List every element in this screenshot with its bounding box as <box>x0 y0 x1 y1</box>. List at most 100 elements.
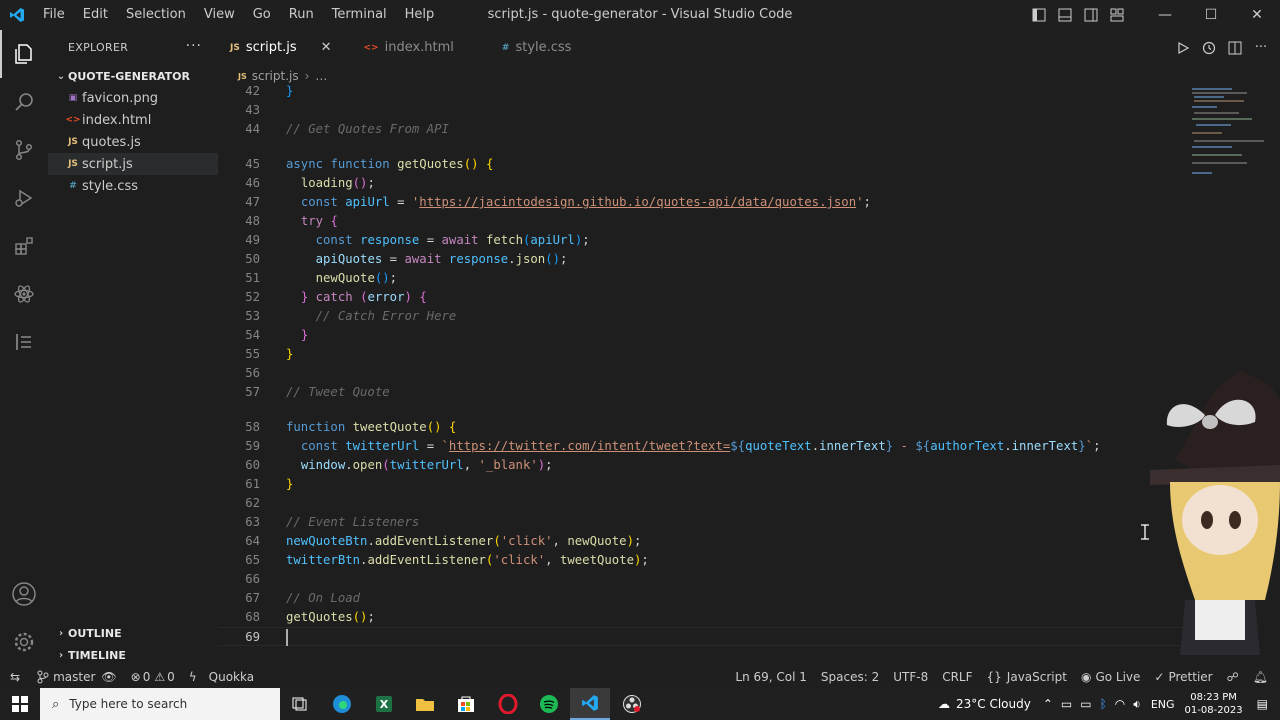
outline-section[interactable]: › OUTLINE <box>48 622 218 644</box>
maximize-icon[interactable]: ☐ <box>1188 0 1234 30</box>
clock-time: 08:23 PM <box>1190 692 1237 703</box>
run-file-icon[interactable] <box>1170 41 1196 54</box>
code-line: const response = await fetch(apiUrl); <box>315 233 590 247</box>
file-item[interactable]: JS script.js <box>48 153 218 175</box>
clock[interactable]: 08:23 PM 01-08-2023 <box>1177 691 1251 717</box>
history-icon[interactable] <box>1196 41 1222 55</box>
line-number: 51 <box>245 271 260 285</box>
remote-icon[interactable]: ⇆ <box>0 666 30 688</box>
chevron-up-icon[interactable]: ⌃ <box>1043 697 1053 711</box>
bluetooth-icon[interactable]: ᛒ <box>1100 697 1107 711</box>
code-line: // Get Quotes From API <box>286 122 449 136</box>
store-icon[interactable] <box>446 688 486 720</box>
vscode-taskbar-icon[interactable] <box>570 688 610 720</box>
toggle-panel-icon[interactable] <box>1052 8 1078 22</box>
file-item[interactable]: JS quotes.js <box>48 131 218 153</box>
problems-status[interactable]: ⊗ 0 ⚠ 0 <box>124 666 182 688</box>
tab-style-css[interactable]: # style.css <box>465 30 584 65</box>
code-line: // Tweet Quote <box>286 385 390 399</box>
menu-view[interactable]: View <box>195 0 244 30</box>
warning-icon: ⚠ <box>154 670 166 684</box>
quokka-label: Quokka <box>208 670 255 684</box>
cursor-position[interactable]: Ln 69, Col 1 <box>728 666 814 688</box>
edge-icon[interactable] <box>322 688 362 720</box>
go-live-button[interactable]: ◉ Go Live <box>1074 666 1147 688</box>
tab-script-js[interactable]: JS script.js ✕ <box>218 30 344 65</box>
menu-help[interactable]: Help <box>396 0 444 30</box>
file-item[interactable]: ▣ favicon.png <box>48 87 218 109</box>
extensions-icon[interactable] <box>0 222 48 270</box>
breadcrumb-file[interactable]: script.js <box>252 69 299 83</box>
windows-start-icon[interactable] <box>0 688 40 720</box>
outline-label: OUTLINE <box>68 626 122 640</box>
task-view-icon[interactable] <box>280 688 320 720</box>
svg-text:X: X <box>380 698 389 711</box>
settings-gear-icon[interactable] <box>0 618 48 666</box>
tab-index-html[interactable]: <> index.html <box>343 30 466 65</box>
notification-center-icon[interactable]: ▤ <box>1251 697 1280 711</box>
language-indicator[interactable]: ENG <box>1151 698 1175 711</box>
go-live-label: Go Live <box>1095 670 1141 684</box>
battery-icon[interactable]: ▭ <box>1061 697 1072 711</box>
code-line: getQuotes(); <box>286 610 375 624</box>
weather-cloud-icon: ☁ <box>937 697 950 711</box>
explorer-icon[interactable] <box>0 30 48 78</box>
menu-terminal[interactable]: Terminal <box>323 0 396 30</box>
title-bar: File Edit Selection View Go Run Terminal… <box>0 0 1280 30</box>
file-item[interactable]: # style.css <box>48 175 218 197</box>
volume-icon[interactable]: 🔉︎ <box>1133 697 1141 712</box>
file-explorer-icon[interactable] <box>405 688 445 720</box>
timeline-section[interactable]: › TIMELINE <box>48 644 218 666</box>
line-ending[interactable]: CRLF <box>935 666 979 688</box>
image-icon: ▣ <box>68 93 78 103</box>
weather-text[interactable]: 23°C Cloudy <box>956 697 1031 711</box>
feedback-icon[interactable]: ☍ <box>1220 666 1246 688</box>
minimize-icon[interactable]: — <box>1142 0 1188 30</box>
file-item[interactable]: <> index.html <box>48 109 218 131</box>
list-icon[interactable] <box>0 318 48 366</box>
notifications-bell-icon[interactable]: 🔔︎ <box>1246 666 1280 688</box>
branch-status[interactable]: master 👁 <box>30 666 124 688</box>
breadcrumb-rest[interactable]: … <box>315 69 327 83</box>
menu-run[interactable]: Run <box>280 0 323 30</box>
minimap[interactable] <box>1188 82 1268 182</box>
clock-date: 01-08-2023 <box>1184 705 1243 716</box>
prettier-status[interactable]: ✓ Prettier <box>1147 666 1219 688</box>
css-icon: # <box>501 42 510 53</box>
more-actions-icon[interactable]: ··· <box>1248 40 1274 55</box>
source-control-icon[interactable] <box>0 126 48 174</box>
indentation[interactable]: Spaces: 2 <box>814 666 886 688</box>
spotify-icon[interactable] <box>529 688 569 720</box>
accounts-icon[interactable] <box>0 570 48 618</box>
close-window-icon[interactable]: ✕ <box>1234 0 1280 30</box>
opera-icon[interactable] <box>488 688 528 720</box>
toggle-sidebar-icon[interactable] <box>1026 8 1052 22</box>
menu-selection[interactable]: Selection <box>117 0 195 30</box>
menu-file[interactable]: File <box>34 0 74 30</box>
quokka-status[interactable]: ϟ Quokka <box>182 666 261 688</box>
folder-quote-generator[interactable]: ⌄ QUOTE-GENERATOR <box>48 65 218 87</box>
customize-layout-icon[interactable] <box>1104 8 1130 22</box>
excel-icon[interactable]: X <box>364 688 404 720</box>
taskbar-search-input[interactable]: ⌕ Type here to search <box>40 688 280 720</box>
line-number: 58 <box>245 420 260 434</box>
display-icon[interactable]: ▭ <box>1080 697 1091 711</box>
menu-edit[interactable]: Edit <box>74 0 117 30</box>
line-number: 50 <box>245 252 260 266</box>
react-icon[interactable] <box>0 270 48 318</box>
more-actions-icon[interactable]: ··· <box>186 38 202 54</box>
wifi-icon[interactable]: ◠ <box>1115 697 1125 711</box>
file-label: index.html <box>82 112 152 128</box>
encoding[interactable]: UTF-8 <box>886 666 935 688</box>
split-editor-icon[interactable] <box>1222 41 1248 55</box>
sync-icon: 👁 <box>101 670 117 684</box>
close-tab-icon[interactable]: ✕ <box>321 40 332 55</box>
toggle-secondary-sidebar-icon[interactable] <box>1078 8 1104 22</box>
run-debug-icon[interactable] <box>0 174 48 222</box>
search-icon[interactable] <box>0 78 48 126</box>
menu-go[interactable]: Go <box>244 0 280 30</box>
chevron-down-icon: ⌄ <box>56 70 66 82</box>
obs-icon[interactable] <box>612 688 652 720</box>
code-editor[interactable]: 42} 43 44 // Get Quotes From API 45 async … <box>218 82 1188 652</box>
language-mode[interactable]: {} JavaScript <box>980 666 1074 688</box>
